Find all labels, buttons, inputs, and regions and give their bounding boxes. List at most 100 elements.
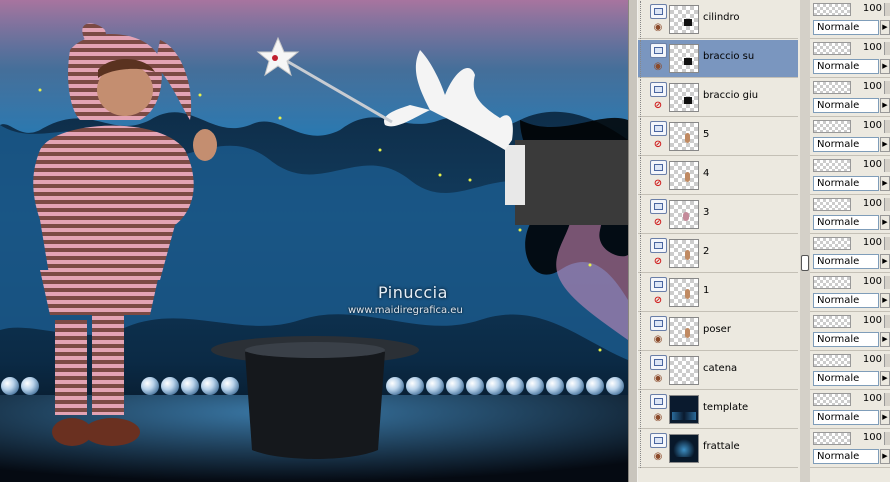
- opacity-spinner[interactable]: [884, 3, 890, 16]
- layer-row[interactable]: ◉ poser: [638, 313, 798, 351]
- opacity-slider[interactable]: [813, 120, 851, 133]
- layer-name[interactable]: 5: [703, 129, 709, 140]
- layer-type-icon[interactable]: [650, 4, 667, 19]
- blend-mode-select[interactable]: Normale: [813, 215, 879, 230]
- eye-visible-icon[interactable]: ◉: [651, 61, 665, 72]
- dropdown-arrow-icon[interactable]: ▶: [880, 254, 890, 269]
- layer-name[interactable]: catena: [703, 363, 737, 374]
- opacity-slider[interactable]: [813, 198, 851, 211]
- layer-row[interactable]: ⊘ 1: [638, 274, 798, 312]
- opacity-value[interactable]: 100: [854, 315, 882, 326]
- eye-hidden-icon[interactable]: ⊘: [651, 178, 665, 189]
- opacity-slider[interactable]: [813, 81, 851, 94]
- eye-hidden-icon[interactable]: ⊘: [651, 256, 665, 267]
- opacity-spinner[interactable]: [884, 315, 890, 328]
- layer-row[interactable]: ◉ frattale: [638, 430, 798, 468]
- layer-type-icon[interactable]: [650, 160, 667, 175]
- eye-hidden-icon[interactable]: ⊘: [651, 217, 665, 228]
- blend-mode-select[interactable]: Normale: [813, 410, 879, 425]
- layer-name[interactable]: braccio su: [703, 51, 754, 62]
- opacity-slider[interactable]: [813, 393, 851, 406]
- layer-row[interactable]: ⊘ 2: [638, 235, 798, 273]
- opacity-spinner[interactable]: [884, 432, 890, 445]
- dropdown-arrow-icon[interactable]: ▶: [880, 371, 890, 386]
- opacity-spinner[interactable]: [884, 276, 890, 289]
- layer-name[interactable]: braccio giu: [703, 90, 758, 101]
- layer-name[interactable]: 1: [703, 285, 709, 296]
- dropdown-arrow-icon[interactable]: ▶: [880, 59, 890, 74]
- layer-type-icon[interactable]: [650, 316, 667, 331]
- blend-mode-select[interactable]: Normale: [813, 371, 879, 386]
- blend-mode-select[interactable]: Normale: [813, 293, 879, 308]
- dropdown-arrow-icon[interactable]: ▶: [880, 20, 890, 35]
- layer-name[interactable]: template: [703, 402, 748, 413]
- blend-mode-select[interactable]: Normale: [813, 332, 879, 347]
- layer-row[interactable]: ⊘ braccio giu: [638, 79, 798, 117]
- opacity-slider[interactable]: [813, 276, 851, 289]
- opacity-value[interactable]: 100: [854, 81, 882, 92]
- blend-mode-select[interactable]: Normale: [813, 20, 879, 35]
- opacity-slider[interactable]: [813, 159, 851, 172]
- opacity-value[interactable]: 100: [854, 42, 882, 53]
- opacity-spinner[interactable]: [884, 393, 890, 406]
- layer-row[interactable]: ⊘ 3: [638, 196, 798, 234]
- dropdown-arrow-icon[interactable]: ▶: [880, 293, 890, 308]
- layer-row[interactable]: ◉ catena: [638, 352, 798, 390]
- blend-mode-select[interactable]: Normale: [813, 98, 879, 113]
- opacity-value[interactable]: 100: [854, 3, 882, 14]
- layer-type-icon[interactable]: [650, 43, 667, 58]
- canvas-divider[interactable]: [628, 0, 638, 482]
- layer-name[interactable]: 3: [703, 207, 709, 218]
- opacity-slider[interactable]: [813, 3, 851, 16]
- opacity-value[interactable]: 100: [854, 432, 882, 443]
- layer-row[interactable]: ◉ template: [638, 391, 798, 429]
- dropdown-arrow-icon[interactable]: ▶: [880, 215, 890, 230]
- eye-visible-icon[interactable]: ◉: [651, 373, 665, 384]
- layer-type-icon[interactable]: [650, 355, 667, 370]
- opacity-value[interactable]: 100: [854, 354, 882, 365]
- blend-mode-select[interactable]: Normale: [813, 137, 879, 152]
- blend-mode-select[interactable]: Normale: [813, 449, 879, 464]
- opacity-spinner[interactable]: [884, 237, 890, 250]
- layer-row[interactable]: ⊘ 5: [638, 118, 798, 156]
- layer-name[interactable]: cilindro: [703, 12, 740, 23]
- opacity-spinner[interactable]: [884, 120, 890, 133]
- opacity-value[interactable]: 100: [854, 393, 882, 404]
- layer-type-icon[interactable]: [650, 277, 667, 292]
- eye-visible-icon[interactable]: ◉: [651, 451, 665, 462]
- eye-hidden-icon[interactable]: ⊘: [651, 295, 665, 306]
- dropdown-arrow-icon[interactable]: ▶: [880, 410, 890, 425]
- eye-hidden-icon[interactable]: ⊘: [651, 139, 665, 150]
- layer-type-icon[interactable]: [650, 82, 667, 97]
- dropdown-arrow-icon[interactable]: ▶: [880, 176, 890, 191]
- blend-mode-select[interactable]: Normale: [813, 176, 879, 191]
- opacity-value[interactable]: 100: [854, 159, 882, 170]
- layer-row[interactable]: ◉ braccio su: [638, 40, 798, 78]
- layer-type-icon[interactable]: [650, 238, 667, 253]
- eye-visible-icon[interactable]: ◉: [651, 334, 665, 345]
- opacity-spinner[interactable]: [884, 159, 890, 172]
- dropdown-arrow-icon[interactable]: ▶: [880, 137, 890, 152]
- opacity-spinner[interactable]: [884, 354, 890, 367]
- layer-row[interactable]: ◉ cilindro: [638, 1, 798, 39]
- opacity-slider[interactable]: [813, 354, 851, 367]
- blend-mode-select[interactable]: Normale: [813, 59, 879, 74]
- layer-name[interactable]: frattale: [703, 441, 740, 452]
- eye-visible-icon[interactable]: ◉: [651, 22, 665, 33]
- layer-type-icon[interactable]: [650, 433, 667, 448]
- eye-visible-icon[interactable]: ◉: [651, 412, 665, 423]
- layer-name[interactable]: 4: [703, 168, 709, 179]
- dropdown-arrow-icon[interactable]: ▶: [880, 98, 890, 113]
- opacity-value[interactable]: 100: [854, 237, 882, 248]
- opacity-value[interactable]: 100: [854, 198, 882, 209]
- layer-type-icon[interactable]: [650, 121, 667, 136]
- opacity-spinner[interactable]: [884, 81, 890, 94]
- opacity-slider[interactable]: [813, 237, 851, 250]
- blend-mode-select[interactable]: Normale: [813, 254, 879, 269]
- opacity-slider[interactable]: [813, 432, 851, 445]
- palette-splitter[interactable]: [800, 0, 810, 482]
- image-canvas[interactable]: Pinuccia www.maidiregrafica.eu: [0, 0, 628, 482]
- dropdown-arrow-icon[interactable]: ▶: [880, 449, 890, 464]
- dropdown-arrow-icon[interactable]: ▶: [880, 332, 890, 347]
- splitter-grip-icon[interactable]: [801, 255, 809, 271]
